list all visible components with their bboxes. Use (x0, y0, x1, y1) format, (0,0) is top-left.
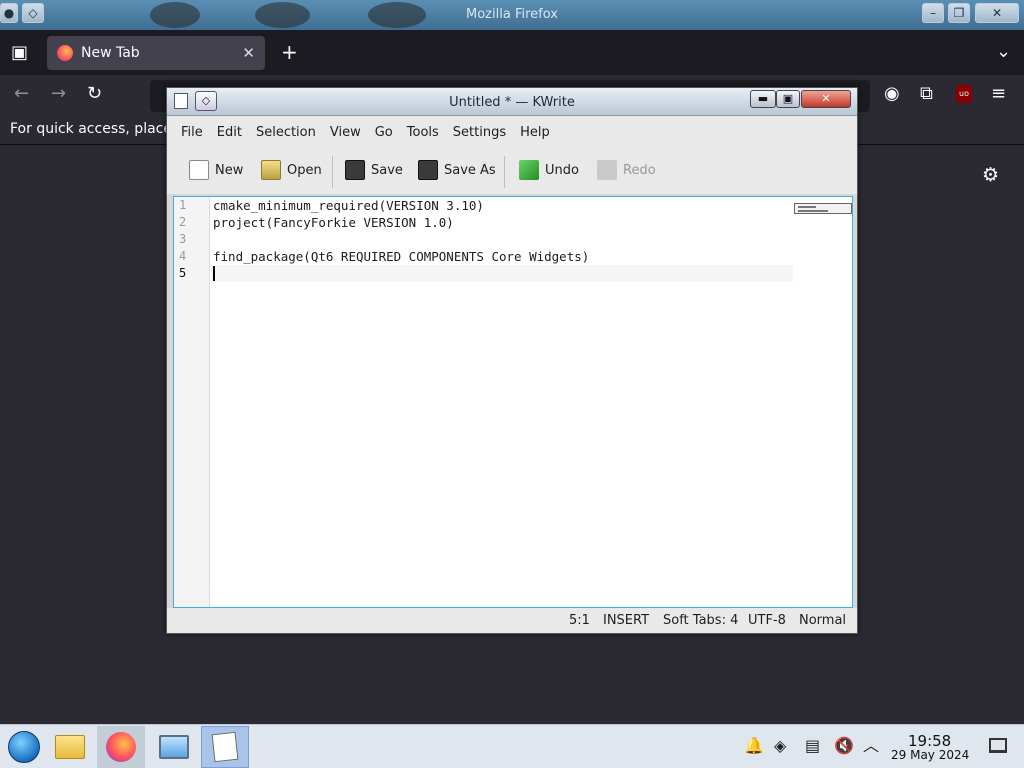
taskbar-file-manager[interactable] (46, 726, 94, 768)
save-label: Save (371, 162, 403, 178)
save-as-icon (418, 160, 438, 180)
back-icon[interactable]: ← (14, 85, 29, 103)
open-folder-icon (261, 160, 281, 180)
menu-file[interactable]: File (174, 116, 210, 148)
tab-overview-icon[interactable]: ▣ (11, 44, 28, 62)
input-mode[interactable]: Normal (799, 613, 846, 628)
line-number-current: 5 (179, 266, 187, 280)
forward-icon[interactable]: → (51, 85, 66, 103)
code-line[interactable]: find_package(Qt6 REQUIRED COMPONENTS Cor… (213, 248, 589, 265)
cursor-position[interactable]: 5:1 (569, 613, 590, 628)
undo-label: Undo (545, 162, 579, 178)
network-icon[interactable]: ◈ (774, 737, 786, 755)
current-line-highlight (211, 265, 793, 282)
line-number: 3 (179, 232, 187, 246)
gear-icon[interactable]: ⚙ (982, 164, 999, 186)
bookmarks-hint: For quick access, place (10, 121, 172, 137)
minimap[interactable] (794, 203, 852, 214)
encoding[interactable]: UTF-8 (748, 613, 786, 628)
text-cursor (213, 266, 215, 281)
main-toolbar: New Open Save Save As Undo Redo (167, 148, 857, 194)
kwrite-titlebar[interactable]: ◇ Untitled * — KWrite ▬ ▣ ✕ (167, 88, 857, 116)
menu-go[interactable]: Go (368, 116, 400, 148)
menu-view[interactable]: View (323, 116, 368, 148)
code-line[interactable]: project(FancyForkie VERSION 1.0) (213, 214, 454, 231)
new-tab-button[interactable]: + (281, 42, 298, 62)
menu-settings[interactable]: Settings (446, 116, 513, 148)
minimize-button[interactable]: – (922, 3, 944, 23)
firefox-icon (106, 732, 136, 762)
menu-icon[interactable]: ≡ (991, 85, 1006, 103)
status-bar: 5:1 INSERT Soft Tabs: 4 UTF-8 Normal (167, 608, 857, 633)
undo-icon (519, 160, 539, 180)
maximize-button[interactable]: ❐ (948, 3, 970, 23)
list-all-tabs-icon[interactable]: ⌄ (996, 43, 1011, 61)
redo-label: Redo (623, 162, 656, 178)
open-label: Open (287, 162, 322, 178)
new-label: New (215, 162, 244, 178)
tab-label: New Tab (81, 45, 140, 61)
close-tab-icon[interactable]: ✕ (242, 44, 255, 62)
toolbar-separator (332, 156, 333, 188)
indentation-setting[interactable]: Soft Tabs: 4 (663, 613, 738, 628)
minimap-line (798, 210, 828, 212)
firefox-titlebar: ● ◇ Mozilla Firefox – ❐ ✕ (0, 0, 1024, 30)
taskbar-system-settings[interactable] (150, 726, 198, 768)
redo-button[interactable]: Redo (597, 160, 656, 180)
line-number: 2 (179, 215, 187, 229)
account-icon[interactable]: ◉ (884, 85, 900, 103)
menu-selection[interactable]: Selection (249, 116, 323, 148)
line-number: 4 (179, 249, 187, 263)
menu-edit[interactable]: Edit (210, 116, 249, 148)
taskbar: 🔔 ◈ ▤ 🔇 ︿ (0, 724, 1024, 768)
close-button[interactable]: ✕ (801, 90, 851, 108)
kwrite-window: ◇ Untitled * — KWrite ▬ ▣ ✕ File Edit Se… (166, 87, 858, 634)
close-button[interactable]: ✕ (975, 3, 1019, 23)
menubar: File Edit Selection View Go Tools Settin… (167, 116, 857, 148)
new-button[interactable]: New (189, 160, 243, 180)
taskbar-firefox[interactable] (97, 726, 145, 768)
start-button[interactable] (0, 726, 48, 768)
monitor-icon (159, 735, 189, 759)
notifications-icon[interactable]: 🔔 (744, 737, 764, 755)
line-number: 1 (179, 198, 187, 212)
extensions-icon[interactable]: ⧉ (920, 85, 933, 103)
chevron-up-icon[interactable]: ︿ (863, 737, 879, 755)
undo-button[interactable]: Undo (519, 160, 579, 180)
volume-muted-icon[interactable]: 🔇 (834, 737, 854, 755)
tab-new-tab[interactable]: New Tab ✕ (47, 36, 265, 70)
save-icon (345, 160, 365, 180)
clock-date[interactable]: 29 May 2024 (891, 748, 969, 762)
firefox-tabbar: ▣ New Tab ✕ + ⌄ (0, 30, 1024, 75)
reload-icon[interactable]: ↻ (87, 85, 102, 103)
save-as-label: Save As (444, 162, 496, 178)
firefox-window-title: Mozilla Firefox (466, 7, 558, 22)
start-orb-icon (8, 731, 40, 763)
folder-icon (55, 735, 85, 759)
code-line[interactable]: cmake_minimum_required(VERSION 3.10) (213, 197, 484, 214)
redo-icon (597, 160, 617, 180)
clipboard-icon[interactable]: ▤ (805, 737, 820, 755)
minimize-button[interactable]: ▬ (750, 90, 776, 108)
line-number-gutter: 1 2 3 4 5 (174, 197, 210, 607)
minimap-line (798, 206, 816, 208)
menu-help[interactable]: Help (513, 116, 557, 148)
save-button[interactable]: Save (345, 160, 403, 180)
maximize-button[interactable]: ▣ (776, 90, 800, 108)
text-editor[interactable]: 1 2 3 4 5 cmake_minimum_required(VERSION… (173, 196, 853, 608)
taskbar-kwrite[interactable] (201, 726, 249, 768)
toolbar-separator (504, 156, 505, 188)
open-button[interactable]: Open (261, 160, 322, 180)
firefox-icon (57, 45, 73, 61)
edit-mode[interactable]: INSERT (603, 613, 649, 628)
save-as-button[interactable]: Save As (418, 160, 496, 180)
ublock-icon[interactable]: uo (956, 85, 972, 103)
show-desktop-icon[interactable] (989, 738, 1007, 753)
new-document-icon (189, 160, 209, 180)
menu-tools[interactable]: Tools (400, 116, 446, 148)
document-icon (211, 731, 239, 763)
